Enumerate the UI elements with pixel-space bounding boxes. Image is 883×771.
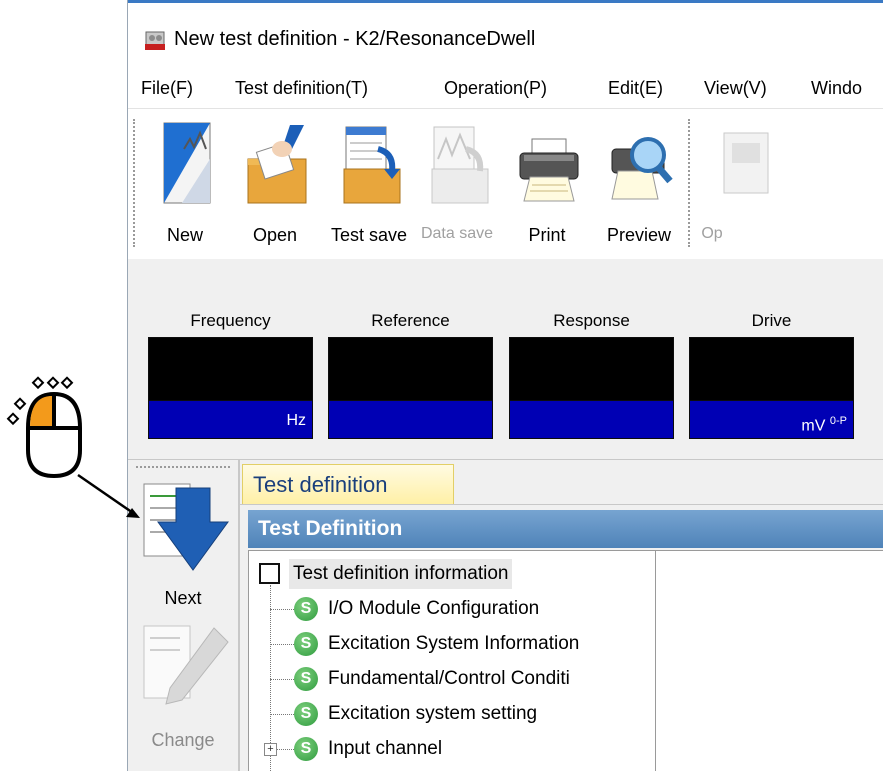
meter-response: Response <box>509 309 674 439</box>
menu-test-definition[interactable]: Test definition(T) <box>235 78 368 99</box>
tree-root-label[interactable]: Test definition information <box>289 559 513 589</box>
tree-branch-line <box>270 679 294 680</box>
preview-label: Preview <box>606 225 672 245</box>
preview-icon <box>611 137 673 200</box>
meter-reference-unit <box>328 401 493 439</box>
detail-pane <box>656 550 883 771</box>
open-folder-icon <box>247 125 307 204</box>
meter-frequency-label: Frequency <box>190 311 271 330</box>
meter-drive-label: Drive <box>751 311 792 330</box>
tree-item-input-channel[interactable]: + S Input channel <box>264 733 650 765</box>
menu-edit[interactable]: Edit(E) <box>608 78 663 99</box>
meter-drive-display <box>689 337 854 401</box>
meter-response-display <box>509 337 674 401</box>
change-pencil-icon <box>143 625 229 705</box>
status-s-icon: S <box>294 702 318 726</box>
mouse-click-hint-icon <box>6 376 140 518</box>
tab-baseline <box>240 504 883 505</box>
preview-button[interactable]: Preview <box>602 113 676 253</box>
pointer-arrow-icon <box>77 473 140 518</box>
menu-bar: File(F) Test definition(T) Operation(P) … <box>128 70 883 108</box>
tab-test-definition[interactable]: Test definition <box>242 464 454 504</box>
meter-response-unit <box>509 401 674 439</box>
print-label: Print <box>528 225 566 245</box>
tree-item-label: Fundamental/Control Conditi <box>328 668 570 689</box>
operation-button[interactable]: Op <box>701 113 774 253</box>
meter-reference-display <box>328 337 493 401</box>
status-s-icon: S <box>294 597 318 621</box>
meter-drive-unit-sup: 0-P <box>829 415 847 427</box>
open-button[interactable]: Open <box>238 113 312 253</box>
open-label: Open <box>252 225 298 245</box>
status-s-icon: S <box>294 667 318 691</box>
tree-branch-line <box>270 714 294 715</box>
data-save-label: Data save <box>420 225 494 242</box>
test-save-button[interactable]: Test save <box>331 113 407 253</box>
printer-icon <box>519 138 579 202</box>
tree-item-label: Excitation system setting <box>328 703 538 724</box>
main-content: Test definition Test Definition Test def… <box>240 460 883 771</box>
meter-response-label: Response <box>553 311 630 330</box>
next-label: Next <box>164 588 202 608</box>
menu-window[interactable]: Windo <box>811 78 862 99</box>
menu-view[interactable]: View(V) <box>704 78 767 99</box>
meter-frequency-unit-text: Hz <box>286 412 306 429</box>
tree-item-label: I/O Module Configuration <box>328 598 540 619</box>
meter-drive: Drive mV 0-P <box>689 309 854 439</box>
root-checkbox[interactable] <box>259 563 280 584</box>
test-save-icon <box>343 126 401 204</box>
app-icon <box>145 31 165 50</box>
toolbar-grip[interactable] <box>133 119 138 247</box>
tree-item-label: Input channel <box>328 738 443 759</box>
mouse-icon <box>26 391 82 479</box>
tree-item-io-module[interactable]: S I/O Module Configuration <box>270 593 650 625</box>
change-button[interactable]: Change <box>134 616 232 756</box>
tree-branch-line <box>270 644 294 645</box>
meter-reference: Reference <box>328 309 493 439</box>
operation-label: Op <box>701 225 723 242</box>
meter-drive-unit-text: mV <box>801 417 826 435</box>
menu-file[interactable]: File(F) <box>141 78 193 99</box>
tree-item-fundamental-control[interactable]: S Fundamental/Control Conditi <box>270 663 650 695</box>
meter-drive-unit: mV 0-P <box>689 401 854 439</box>
test-definition-tree: Test definition information S I/O Module… <box>248 550 656 771</box>
change-label: Change <box>151 730 215 750</box>
toolbar: New Open Test save Data save Print Previ… <box>128 108 883 260</box>
status-s-icon: S <box>294 632 318 656</box>
new-document-icon <box>163 122 211 204</box>
tree-branch-line <box>270 609 294 610</box>
meter-reference-label: Reference <box>371 311 450 330</box>
new-label: New <box>166 225 203 245</box>
window-title: New test definition - K2/ResonanceDwell <box>174 28 536 50</box>
status-s-icon: S <box>294 737 318 761</box>
tree-item-label: Excitation System Information <box>328 633 580 654</box>
menu-operation[interactable]: Operation(P) <box>444 78 547 99</box>
title-bar: New test definition - K2/ResonanceDwell <box>128 3 883 69</box>
operation-icon <box>723 132 769 194</box>
test-save-label: Test save <box>330 225 408 245</box>
panel-title: Test Definition <box>248 510 883 548</box>
data-save-button[interactable]: Data save <box>420 113 494 253</box>
tree-item-excitation-system-setting[interactable]: S Excitation system setting <box>270 698 650 730</box>
new-button[interactable]: New <box>148 113 222 253</box>
print-button[interactable]: Print <box>510 113 584 253</box>
tree-item-excitation-system-information[interactable]: S Excitation System Information <box>270 628 650 660</box>
data-save-icon <box>431 126 489 204</box>
expand-plus-icon[interactable]: + <box>264 743 277 756</box>
